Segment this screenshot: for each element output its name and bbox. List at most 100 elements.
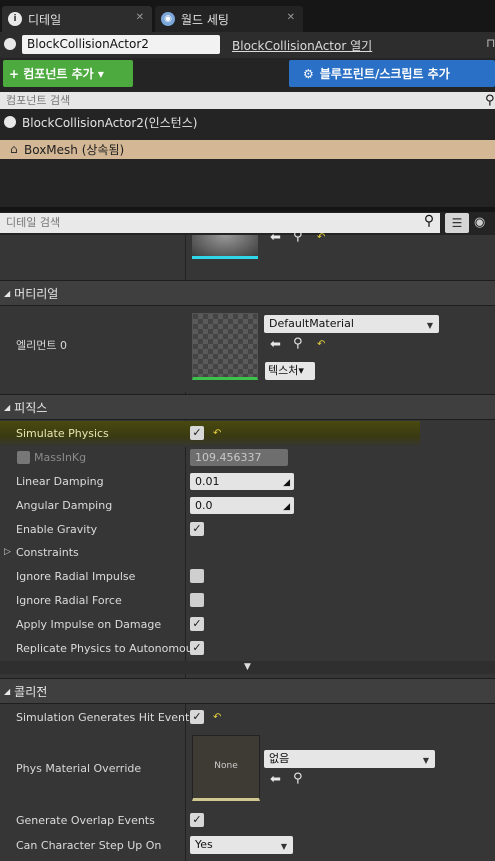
drag-handle-icon[interactable]: ◢ — [283, 476, 290, 491]
material-dropdown[interactable]: DefaultMaterial ▼ — [264, 315, 439, 333]
add-blueprint-label: 블루프린트/스크립트 추가 — [319, 67, 450, 81]
section-materials[interactable]: ◢ 머티리얼 — [0, 280, 495, 306]
ignore-radial-impulse-checkbox[interactable] — [190, 569, 204, 583]
reset-icon[interactable]: ↶ — [213, 712, 221, 723]
browse-icon[interactable]: ⚲ — [293, 336, 303, 351]
drag-handle-icon[interactable]: ◢ — [283, 500, 290, 515]
replicate-physics-checkbox[interactable]: ✓ — [190, 641, 204, 655]
tab-details-label: 디테일 — [28, 12, 62, 27]
eye-icon[interactable]: ◉ — [474, 215, 485, 230]
back-arrow-icon[interactable]: ⬅ — [270, 772, 281, 787]
tree-item-boxmesh[interactable]: ⌂ BoxMesh (상속됨) — [0, 140, 495, 159]
gears-icon: ⚙ — [303, 66, 314, 81]
linear-damping-value: 0.01 — [195, 474, 220, 488]
chevron-down-icon: ▼ — [422, 756, 429, 765]
row-simulate-physics: Simulate Physics ✓ ↶ — [0, 421, 495, 445]
expand-arrow-icon[interactable]: ▷ — [4, 547, 11, 557]
search-icon[interactable]: ⚲ — [418, 213, 440, 233]
element-label: 엘리먼트 0 — [16, 339, 67, 352]
phys-material-value: 없음 — [269, 752, 290, 765]
constraints-label: Constraints — [16, 545, 79, 559]
globe-icon: ◉ — [161, 12, 175, 26]
row-apply-impulse: Apply Impulse on Damage ✓ — [0, 612, 495, 636]
row-overlap-events: Generate Overlap Events ✓ — [0, 808, 495, 832]
simulate-physics-checkbox[interactable]: ✓ — [190, 426, 204, 440]
component-search-input[interactable]: 컴포넌트 검색 — [0, 92, 495, 109]
phys-material-thumbnail[interactable]: None — [192, 735, 260, 801]
advanced-expand-arrow-icon[interactable]: ▼ — [0, 661, 495, 674]
step-up-dropdown[interactable]: Yes ▼ — [190, 836, 293, 854]
linear-damping-label: Linear Damping — [16, 474, 104, 488]
texture-button[interactable]: 텍스처▾ — [265, 362, 315, 380]
actor-sphere-icon — [4, 38, 16, 50]
row-step-up: Can Character Step Up On Yes ▼ — [0, 833, 495, 857]
close-icon[interactable]: ✕ — [287, 12, 295, 23]
sim-hit-events-checkbox[interactable]: ✓ — [190, 710, 204, 724]
angular-damping-input[interactable]: 0.0 ◢ — [190, 496, 294, 515]
simulate-physics-label: Simulate Physics — [16, 426, 109, 440]
static-mesh-thumbnail[interactable] — [192, 235, 258, 259]
overlap-events-label: Generate Overlap Events — [16, 813, 155, 827]
row-ignore-radial-impulse: Ignore Radial Impulse — [0, 564, 495, 588]
info-icon: i — [8, 12, 22, 26]
material-thumbnail[interactable] — [192, 313, 258, 380]
phys-material-dropdown[interactable]: 없음 ▼ — [264, 750, 435, 768]
add-component-button[interactable]: + 컴포넌트 추가 ▾ — [3, 60, 133, 87]
reset-icon[interactable]: ↶ — [317, 339, 325, 350]
collapse-arrow-icon: ◢ — [4, 686, 11, 696]
row-constraints[interactable]: ▷ Constraints — [0, 540, 495, 564]
ignore-radial-force-checkbox[interactable] — [190, 593, 204, 607]
step-up-value: Yes — [195, 838, 213, 851]
mass-label: MassInKg — [34, 450, 87, 464]
search-icon[interactable]: ⚲ — [485, 93, 495, 108]
detail-search-input[interactable]: 디테일 검색 — [0, 213, 440, 233]
back-arrow-icon[interactable]: ⬅ — [270, 230, 281, 245]
reset-icon[interactable]: ↶ — [213, 428, 221, 439]
browse-icon[interactable]: ⚲ — [293, 229, 303, 244]
section-physics[interactable]: ◢ 피직스 — [0, 394, 495, 420]
add-blueprint-button[interactable]: ⚙ 블루프린트/스크립트 추가 — [289, 60, 495, 87]
back-arrow-icon[interactable]: ⬅ — [270, 337, 281, 352]
overlap-events-checkbox[interactable]: ✓ — [190, 813, 204, 827]
section-materials-title: 머티리얼 — [14, 286, 59, 301]
step-up-label: Can Character Step Up On — [16, 838, 162, 852]
view-options-icon[interactable]: ☰ — [445, 213, 469, 233]
mesh-icon: ⌂ — [10, 142, 18, 156]
mass-override-checkbox[interactable] — [17, 450, 30, 464]
tab-world-settings[interactable]: ◉ 월드 세팅 ✕ — [155, 6, 303, 32]
enable-gravity-checkbox[interactable]: ✓ — [190, 522, 204, 536]
tab-details[interactable]: i 디테일 ✕ — [2, 6, 152, 32]
replicate-physics-label: Replicate Physics to Autonomous — [16, 641, 199, 655]
browse-icon[interactable]: ⚲ — [293, 771, 303, 786]
angular-damping-value: 0.0 — [195, 498, 213, 512]
lock-icon[interactable]: ⊓ — [486, 36, 495, 50]
tree-item-label: BoxMesh (상속됨) — [24, 143, 125, 157]
enable-gravity-label: Enable Gravity — [16, 522, 98, 536]
close-icon[interactable]: ✕ — [136, 12, 144, 23]
collapse-arrow-icon: ◢ — [4, 402, 11, 412]
section-physics-title: 피직스 — [14, 400, 48, 415]
splitter[interactable] — [0, 207, 495, 212]
row-linear-damping: Linear Damping 0.01 ◢ — [0, 469, 495, 493]
open-blueprint-link[interactable]: BlockCollisionActor 열기 — [232, 37, 372, 54]
tree-root-item[interactable]: BlockCollisionActor2(인스턴스) — [0, 113, 495, 131]
actor-name-input[interactable]: BlockCollisionActor2 — [22, 35, 220, 54]
row-replicate-physics: Replicate Physics to Autonomous ✓ — [0, 636, 495, 660]
sphere-icon — [4, 116, 16, 128]
section-collision[interactable]: ◢ 콜리전 — [0, 678, 495, 704]
apply-impulse-label: Apply Impulse on Damage — [16, 617, 162, 631]
row-sim-hit-events: Simulation Generates Hit Events ✓ ↶ — [0, 705, 495, 729]
ignore-radial-force-label: Ignore Radial Force — [16, 593, 122, 607]
angular-damping-label: Angular Damping — [16, 498, 113, 512]
row-ignore-radial-force: Ignore Radial Force — [0, 588, 495, 612]
collapse-arrow-icon: ◢ — [4, 288, 11, 298]
sim-hit-events-label: Simulation Generates Hit Events — [16, 710, 196, 724]
phys-material-label: Phys Material Override — [16, 762, 142, 775]
row-enable-gravity: Enable Gravity ✓ — [0, 517, 495, 541]
chevron-down-icon: ▼ — [280, 842, 287, 851]
reset-icon[interactable]: ↶ — [317, 232, 325, 243]
mass-input: 109.456337 — [190, 448, 288, 466]
linear-damping-input[interactable]: 0.01 ◢ — [190, 472, 294, 491]
chevron-down-icon: ▼ — [426, 321, 433, 330]
apply-impulse-checkbox[interactable]: ✓ — [190, 617, 204, 631]
